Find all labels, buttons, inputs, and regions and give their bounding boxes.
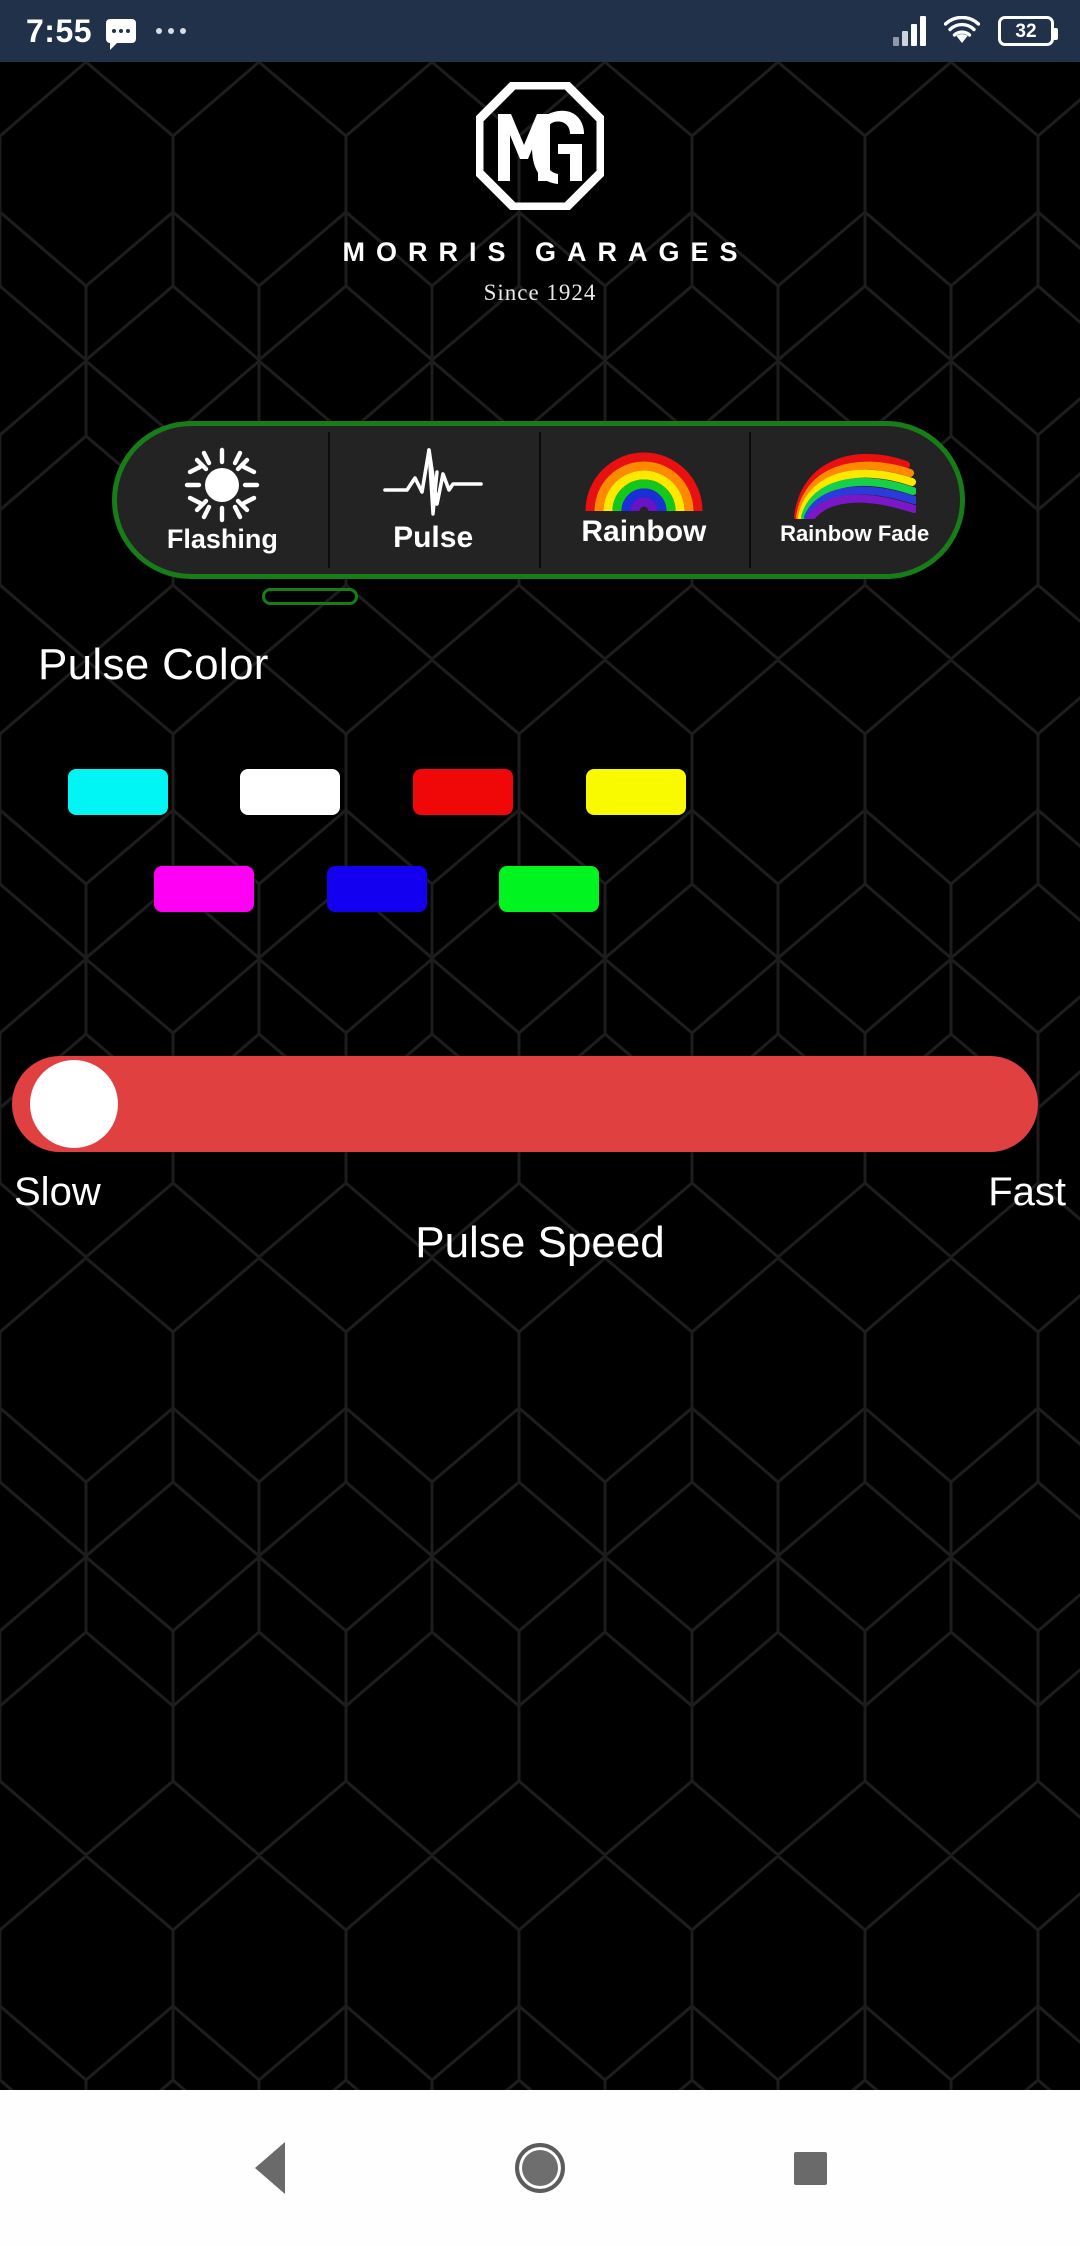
recents-icon xyxy=(793,2151,827,2185)
slider-thumb[interactable] xyxy=(30,1060,118,1148)
status-bar: 7:55 32 xyxy=(0,0,1080,62)
slider-track[interactable] xyxy=(12,1056,1038,1152)
slider-caption: Pulse Speed xyxy=(415,1218,665,1267)
color-swatch-white[interactable] xyxy=(240,769,340,815)
color-swatch-green[interactable] xyxy=(499,866,599,912)
pulse-color-title: Pulse Color xyxy=(38,640,269,689)
wifi-icon xyxy=(943,15,981,46)
message-icon xyxy=(106,19,137,50)
brand-name: MORRIS GARAGES xyxy=(342,237,749,267)
mode-option-pulse[interactable]: Pulse xyxy=(327,426,539,574)
mode-option-rainbow-fade[interactable]: Rainbow Fade xyxy=(749,426,960,574)
nav-recents-button[interactable] xyxy=(765,2123,855,2213)
battery-icon: 32 xyxy=(998,16,1058,46)
nav-back-button[interactable] xyxy=(225,2123,315,2213)
mode-option-rainbow[interactable]: Rainbow xyxy=(538,426,750,574)
color-swatch-blue[interactable] xyxy=(327,866,427,912)
color-swatch-red[interactable] xyxy=(413,769,513,815)
app-screen: 7:55 32 MORRIS GARAGES Since 1924 Flashi… xyxy=(0,0,1080,2246)
rainbow-fade-icon xyxy=(793,453,916,519)
back-icon xyxy=(255,2142,285,2194)
home-icon xyxy=(515,2143,565,2193)
sun-icon xyxy=(183,447,261,522)
signal-icon xyxy=(893,16,926,46)
brand-since: Since 1924 xyxy=(483,280,597,305)
slider-min-label: Slow xyxy=(14,1170,101,1214)
mode-label-rainbow-fade: Rainbow Fade xyxy=(780,521,930,546)
nav-home-button[interactable] xyxy=(495,2123,585,2213)
battery-percent-label: 32 xyxy=(1015,20,1037,42)
more-dots-icon xyxy=(156,28,187,34)
status-time: 7:55 xyxy=(26,12,93,49)
mg-logo-icon xyxy=(474,80,606,215)
color-swatch-cyan[interactable] xyxy=(68,769,168,815)
heartbeat-icon xyxy=(383,445,483,519)
pulse-speed-slider[interactable] xyxy=(0,1056,1080,1152)
status-bar-left: 7:55 xyxy=(26,12,187,50)
mode-label-pulse: Pulse xyxy=(393,521,474,554)
mode-scroll-indicator[interactable] xyxy=(262,588,358,605)
slider-max-label: Fast xyxy=(988,1170,1066,1214)
android-navigation-bar xyxy=(0,2090,1080,2246)
color-swatch-yellow[interactable] xyxy=(586,769,686,815)
mode-selector[interactable]: Flashing Pulse Rainbow Rainbow Fade xyxy=(112,421,965,579)
status-bar-right: 32 xyxy=(893,15,1058,46)
color-swatch-magenta[interactable] xyxy=(154,866,254,912)
brand-header: MORRIS GARAGES Since 1924 xyxy=(0,62,1080,306)
mode-label-flashing: Flashing xyxy=(166,523,278,554)
mode-label-rainbow: Rainbow xyxy=(581,515,707,548)
mode-option-flashing[interactable]: Flashing xyxy=(117,426,328,574)
rainbow-icon xyxy=(584,451,704,513)
